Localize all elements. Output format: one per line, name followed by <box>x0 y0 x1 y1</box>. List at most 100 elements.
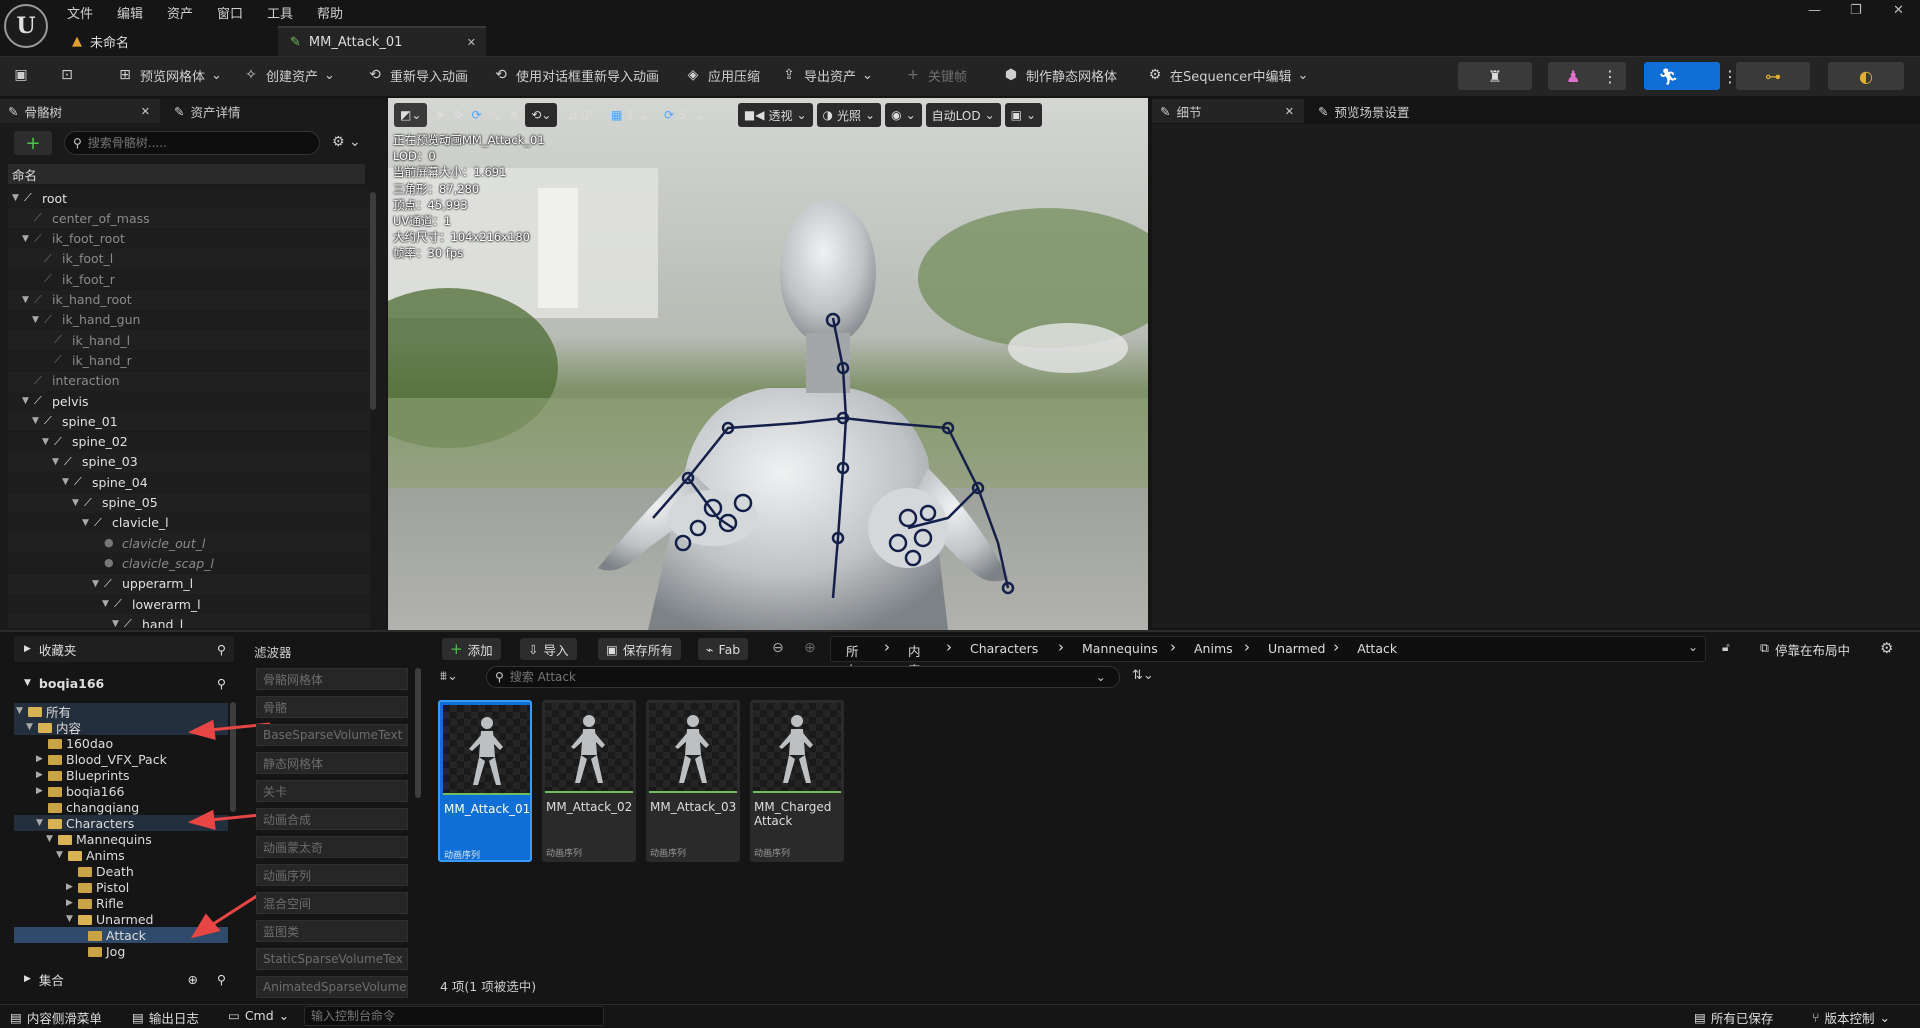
physics-mode-button[interactable]: ◐ <box>1828 62 1904 90</box>
bone-row-lowerarm-l[interactable]: ▼ ⟋ lowerarm_l <box>8 594 370 614</box>
asset-search-field[interactable] <box>509 670 1090 684</box>
layout-dropdown[interactable]: ▣ ⌄ <box>1004 103 1043 127</box>
breadcrumb-item[interactable]: Characters <box>970 641 1038 656</box>
bone-row-ik-hand-r[interactable]: ⟋ ik_hand_r <box>8 350 370 371</box>
tree-chevron-icon[interactable]: ▶ <box>66 882 76 892</box>
tree-chevron-icon[interactable]: ▼ <box>16 706 26 716</box>
tab-skeleton-tree[interactable]: ✎ 骨骼树 ✕ <box>0 99 160 123</box>
tree-chevron-icon[interactable]: ▼ <box>36 818 46 828</box>
close-icon[interactable]: ✕ <box>1285 105 1294 118</box>
tab-asset-details[interactable]: ✎ 资产详情 <box>166 99 316 123</box>
scale-icon[interactable]: ⤡ <box>490 108 500 123</box>
tab-mm-attack-01[interactable]: ✎ MM_Attack_01 ✕ <box>278 26 486 56</box>
key-button[interactable]: + 关键帧 <box>904 62 967 88</box>
filter-item[interactable]: BaseSparseVolumeText <box>256 724 408 746</box>
back-icon[interactable]: ⊖ <box>772 640 784 656</box>
bone-row-clavicle-l[interactable]: ▼ ⟋ clavicle_l <box>8 512 370 533</box>
tree-chevron-icon[interactable]: ▼ <box>32 416 42 426</box>
add-collection-icon[interactable]: ⊕ <box>188 972 198 987</box>
add-button[interactable]: + 添加 <box>442 638 501 660</box>
dock-in-layout-button[interactable]: ⧉ 停靠在布局中 <box>1760 640 1850 659</box>
maximize-icon[interactable]: ❐ <box>1850 3 1862 18</box>
rotation-snap-toggle[interactable]: ⟲⌄ <box>525 103 558 127</box>
menu-asset[interactable]: 资产 <box>167 3 193 22</box>
tree-chevron-icon[interactable]: ▼ <box>56 850 66 860</box>
preview-viewport[interactable]: ◩⌄ ➤ ✥ ⟳ ⤡ ⋔ ⟲⌄ ⊿ 0° ▦ 1 ⌄ ⟳ 5° ⌄ ■◀ 透视 ⌄ ◑ 光照 ⌄ … <box>388 98 1148 630</box>
tree-chevron-icon[interactable]: ▼ <box>26 722 36 732</box>
tree-chevron-icon[interactable]: ▼ <box>52 457 62 467</box>
bone-search-field[interactable] <box>87 136 298 150</box>
source-control-button[interactable]: ⑂ 版本控制 ⌄ <box>1812 1008 1890 1027</box>
tree-chevron-icon[interactable]: ▼ <box>22 234 32 244</box>
blueprint-mode-button[interactable]: ⊶ <box>1736 62 1810 90</box>
filter-item[interactable]: StaticSparseVolumeTex <box>256 948 408 970</box>
minimize-icon[interactable]: — <box>1808 3 1821 18</box>
tree-chevron-icon[interactable]: ▼ <box>92 579 102 589</box>
unreal-logo-icon[interactable]: U <box>4 4 48 48</box>
asset-tile[interactable]: MM_Attack_01 动画序列 <box>438 700 532 862</box>
console-field[interactable] <box>311 1009 591 1023</box>
bone-row-spine-05[interactable]: ▼ ⟋ spine_05 <box>8 492 370 513</box>
breadcrumb-item[interactable]: Unarmed <box>1268 641 1325 656</box>
lighting-dropdown[interactable]: ◑ 光照 ⌄ <box>816 103 882 127</box>
console-input[interactable] <box>304 1006 604 1026</box>
bone-row-pelvis[interactable]: ▼ ⟋ pelvis <box>8 391 370 411</box>
folder-jog[interactable]: Jog <box>14 943 228 959</box>
tree-chevron-icon[interactable]: ▼ <box>22 396 32 406</box>
perspective-dropdown[interactable]: ■◀ 透视 ⌄ <box>737 103 813 127</box>
edit-in-sequencer-button[interactable]: ⚙ 在Sequencer中编辑 ⌄ <box>1146 62 1309 88</box>
tree-chevron-icon[interactable]: ▶ <box>36 770 46 780</box>
bone-search-input[interactable]: ⚲ <box>64 131 320 155</box>
cmd-dropdown[interactable]: ▭ Cmd ⌄ <box>228 1008 289 1023</box>
filter-item[interactable]: 骨骼网格体 <box>256 668 408 690</box>
close-window-icon[interactable]: ✕ <box>1893 3 1904 18</box>
skeleton-mode-button[interactable]: ♜ <box>1458 62 1532 90</box>
menu-help[interactable]: 帮助 <box>317 3 343 22</box>
mesh-mode-button[interactable]: ♟ ⋮ <box>1548 62 1626 90</box>
lod-dropdown[interactable]: 自动LOD ⌄ <box>925 103 1001 127</box>
forward-icon[interactable]: ⊕ <box>804 640 816 656</box>
grid-snap-button[interactable]: ▦ 1 ⌄ <box>605 103 654 127</box>
bone-row-root[interactable]: ▼ ⟋ root <box>8 188 370 208</box>
import-button[interactable]: ⇩ 导入 <box>520 638 577 660</box>
translate-icon[interactable]: ✥ <box>453 108 463 122</box>
rotate-icon[interactable]: ⟳ <box>472 108 482 122</box>
bone-row-ik-foot-l[interactable]: ⟋ ik_foot_l <box>8 248 370 269</box>
select-arrow-icon[interactable]: ➤ <box>435 108 445 122</box>
save-button[interactable]: ▣ <box>12 62 30 88</box>
snap-icon[interactable]: ⋔ <box>509 108 519 122</box>
bone-row-ik-hand-root[interactable]: ▼ ⟋ ik_hand_root <box>8 289 370 310</box>
content-drawer-button[interactable]: ▤ 内容侧滑菜单 <box>10 1008 102 1027</box>
tab-details[interactable]: ✎ 细节 ✕ <box>1152 99 1304 123</box>
close-icon[interactable]: ✕ <box>141 105 150 118</box>
menu-edit[interactable]: 编辑 <box>117 3 143 22</box>
bone-row-clavicle-out-l[interactable]: ● clavicle_out_l <box>8 533 370 554</box>
tree-chevron-icon[interactable]: ▼ <box>22 295 32 305</box>
menu-window[interactable]: 窗口 <box>217 3 243 22</box>
tree-chevron-icon[interactable]: ▼ <box>66 914 76 924</box>
filter-item[interactable]: 关卡 <box>256 780 408 802</box>
save-all-button[interactable]: ▣ 保存所有 <box>598 638 681 660</box>
search-icon[interactable]: ⚲ <box>217 676 226 691</box>
tree-chevron-icon[interactable]: ▼ <box>62 477 72 487</box>
bone-row-hand-l[interactable]: ▼ ⟋ hand_l <box>8 614 370 628</box>
viewport-options-button[interactable]: ◩⌄ <box>394 103 428 127</box>
settings-gear-icon[interactable]: ⚙ <box>1880 639 1893 657</box>
bone-row-spine-03[interactable]: ▼ ⟋ spine_03 <box>8 451 370 472</box>
tab-untitled-level[interactable]: ▲ 未命名 <box>60 26 276 56</box>
asset-tile[interactable]: MM_Attack_02 动画序列 <box>542 700 636 862</box>
collections-section[interactable]: ▶ 集合 ⊕ ⚲ <box>14 966 234 992</box>
make-static-mesh-button[interactable]: ⬢ 制作静态网格体 <box>1002 62 1117 88</box>
bone-row-clavicle-scap-l[interactable]: ● clavicle_scap_l <box>8 553 370 574</box>
bone-row-interaction[interactable]: ⟋ interaction <box>8 370 370 391</box>
bone-row-spine-04[interactable]: ▼ ⟋ spine_04 <box>8 472 370 493</box>
search-icon[interactable]: ⚲ <box>217 642 226 657</box>
menu-tools[interactable]: 工具 <box>267 3 293 22</box>
bone-row-ik-foot-r[interactable]: ⟋ ik_foot_r <box>8 269 370 290</box>
apply-compression-button[interactable]: ◈ 应用压缩 <box>684 62 760 88</box>
browse-button[interactable]: ⊡ <box>58 62 76 88</box>
tree-chevron-icon[interactable]: ▼ <box>112 619 122 628</box>
tree-chevron-icon[interactable]: ▶ <box>36 786 46 796</box>
filter-item[interactable]: 蓝图类 <box>256 920 408 942</box>
reimport-dialog-button[interactable]: ⟲ 使用对话框重新导入动画 <box>492 62 659 88</box>
